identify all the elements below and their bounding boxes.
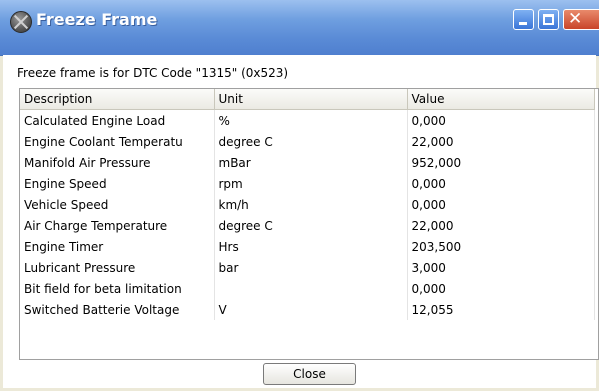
- cell-description: Engine Speed: [20, 173, 215, 194]
- cell-description: Bit field for beta limitation: [20, 278, 215, 299]
- cell-description: Engine Coolant Temperatu: [20, 131, 215, 152]
- cell-unit: degree C: [214, 215, 408, 236]
- wheel-icon: [10, 11, 32, 33]
- cell-unit: rpm: [214, 173, 408, 194]
- cell-value: 0,000: [407, 278, 595, 299]
- table-row[interactable]: Calculated Engine Load % 0,000: [20, 109, 595, 131]
- cell-description: Engine Timer: [20, 236, 215, 257]
- cell-description: Switched Batterie Voltage: [20, 299, 215, 320]
- cell-unit: V: [214, 299, 408, 320]
- cell-unit: [214, 278, 408, 299]
- close-icon[interactable]: ✕: [563, 9, 599, 30]
- close-button[interactable]: Close: [263, 363, 356, 385]
- column-header-value[interactable]: Value: [407, 89, 595, 110]
- freeze-frame-window: Freeze Frame ✕ Freeze frame is for DTC C…: [0, 0, 599, 391]
- cell-description: Calculated Engine Load: [20, 109, 215, 131]
- table-row[interactable]: Air Charge Temperature degree C 22,000: [20, 215, 595, 236]
- table-row[interactable]: Switched Batterie Voltage V 12,055: [20, 299, 595, 320]
- cell-value: 22,000: [407, 215, 595, 236]
- dtc-caption: Freeze frame is for DTC Code "1315" (0x5…: [17, 66, 289, 80]
- cell-description: Lubricant Pressure: [20, 257, 215, 278]
- cell-unit: %: [214, 109, 408, 131]
- table-row[interactable]: Lubricant Pressure bar 3,000: [20, 257, 595, 278]
- title-bar[interactable]: Freeze Frame ✕: [0, 0, 599, 56]
- cell-unit: degree C: [214, 131, 408, 152]
- table-row[interactable]: Vehicle Speed km/h 0,000: [20, 194, 595, 215]
- freeze-frame-table[interactable]: Description Unit Value Calculated Engine…: [19, 88, 599, 360]
- window-title: Freeze Frame: [36, 10, 158, 29]
- cell-value: 3,000: [407, 257, 595, 278]
- cell-description: Air Charge Temperature: [20, 215, 215, 236]
- cell-description: Vehicle Speed: [20, 194, 215, 215]
- cell-unit: km/h: [214, 194, 408, 215]
- cell-value: 22,000: [407, 131, 595, 152]
- table-row[interactable]: Engine Speed rpm 0,000: [20, 173, 595, 194]
- column-header-description[interactable]: Description: [20, 89, 215, 110]
- column-header-unit[interactable]: Unit: [214, 89, 408, 110]
- table-row[interactable]: Manifold Air Pressure mBar 952,000: [20, 152, 595, 173]
- cell-value: 0,000: [407, 194, 595, 215]
- cell-unit: mBar: [214, 152, 408, 173]
- cell-value: 12,055: [407, 299, 595, 320]
- table-row[interactable]: Bit field for beta limitation 0,000: [20, 278, 595, 299]
- cell-unit: bar: [214, 257, 408, 278]
- minimize-icon[interactable]: [513, 9, 534, 30]
- table-row[interactable]: Engine Timer Hrs 203,500: [20, 236, 595, 257]
- cell-value: 203,500: [407, 236, 595, 257]
- maximize-icon[interactable]: [538, 9, 559, 30]
- table-row[interactable]: Engine Coolant Temperatu degree C 22,000: [20, 131, 595, 152]
- table-header-row: Description Unit Value: [20, 89, 595, 110]
- cell-description: Manifold Air Pressure: [20, 152, 215, 173]
- cell-value: 0,000: [407, 173, 595, 194]
- cell-value: 0,000: [407, 109, 595, 131]
- cell-unit: Hrs: [214, 236, 408, 257]
- cell-value: 952,000: [407, 152, 595, 173]
